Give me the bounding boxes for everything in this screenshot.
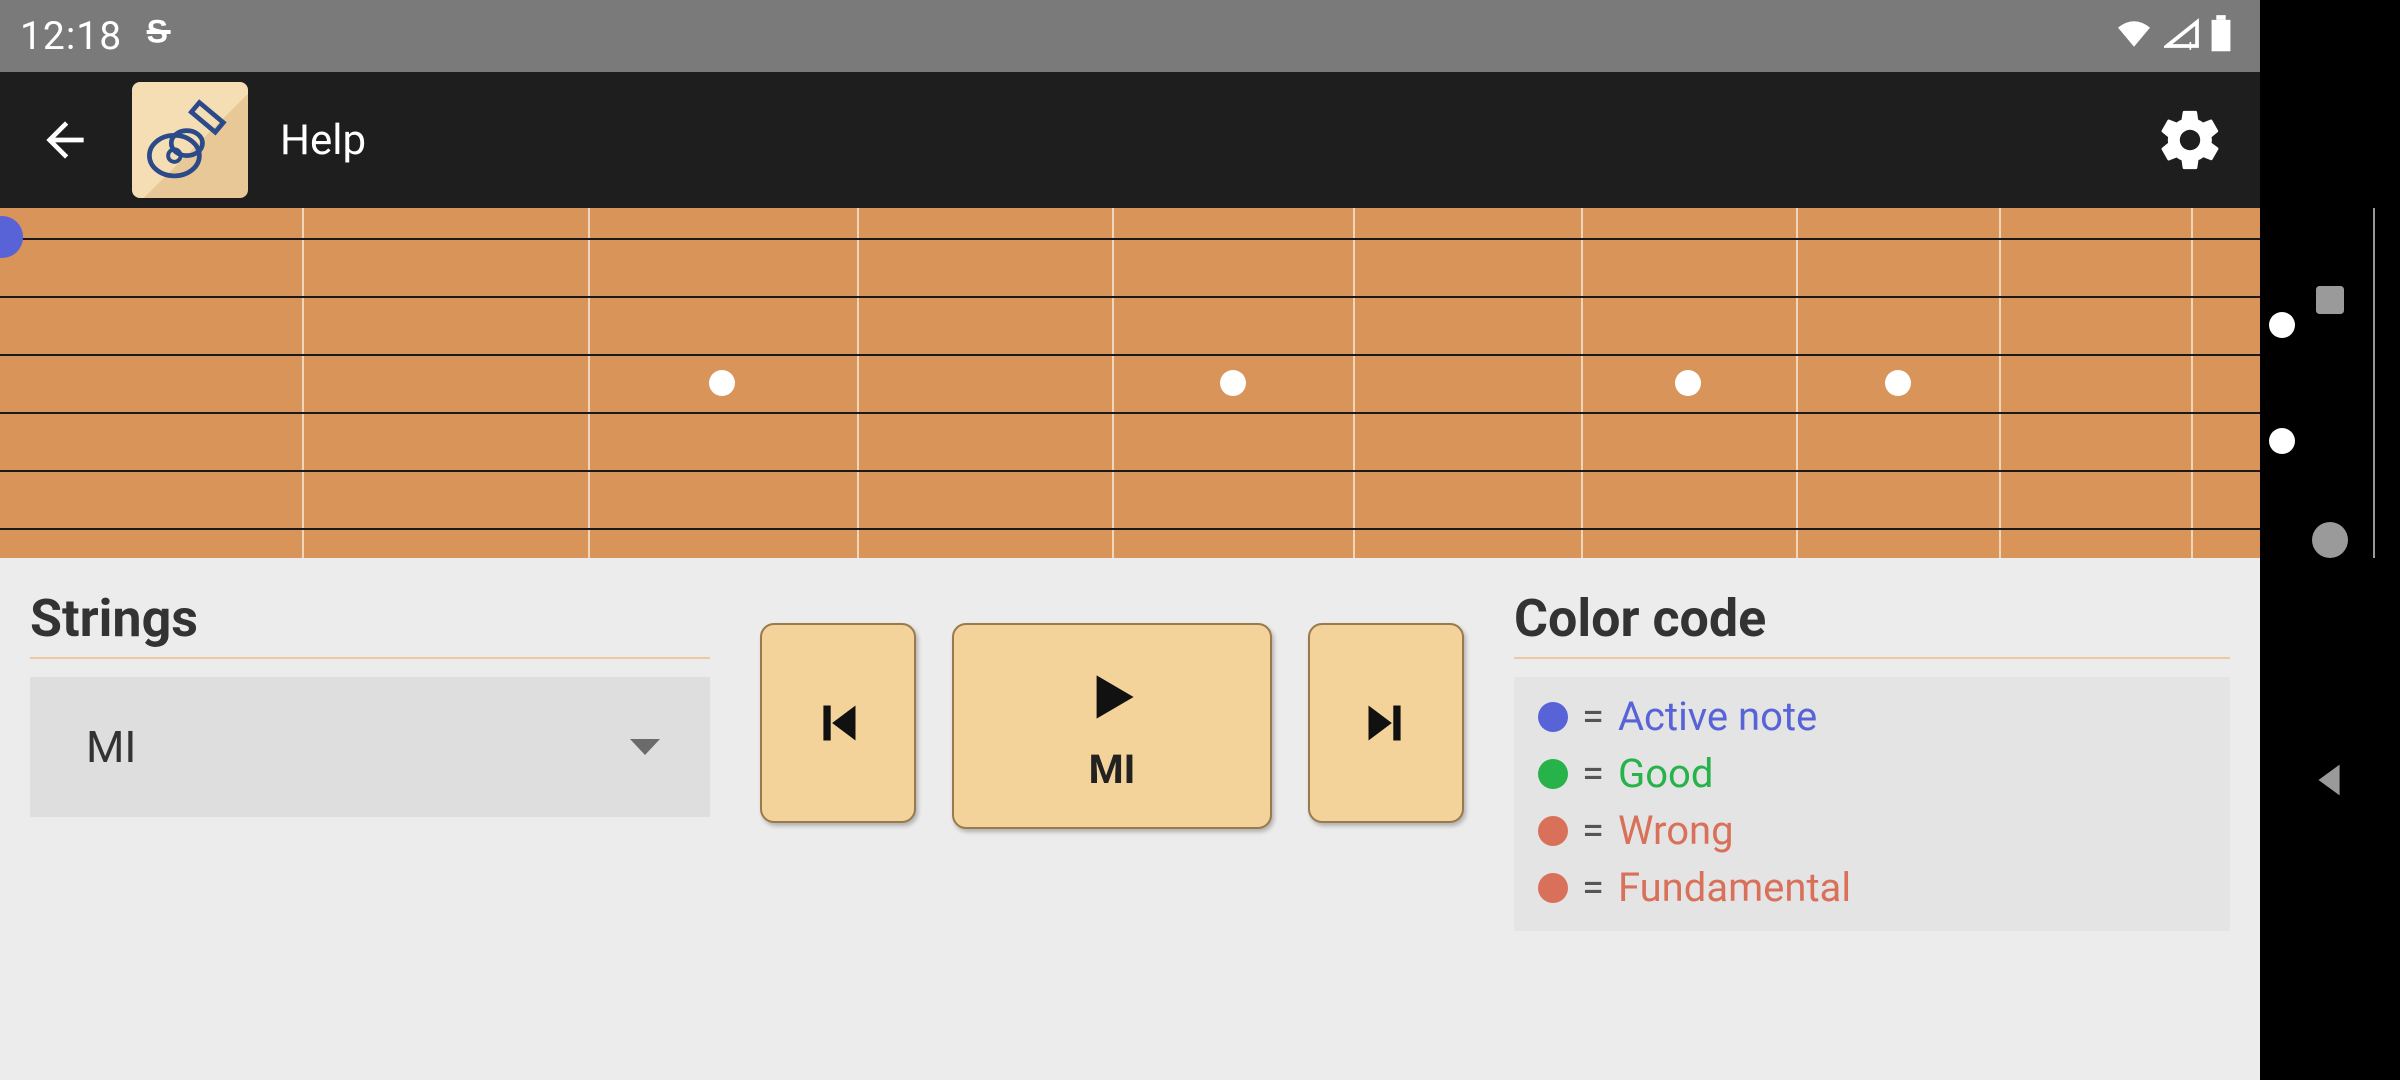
status-bar: 12:18 S !: [0, 0, 2260, 72]
legend-row: = Good: [1538, 750, 2206, 797]
chevron-down-icon: [630, 739, 660, 755]
wifi-icon: [2114, 18, 2154, 54]
system-nav-rail: [2260, 0, 2400, 1080]
svg-text:!: !: [2188, 39, 2193, 50]
string-line: [0, 412, 2260, 414]
legend-box: = Active note = Good = Wrong = Fundament…: [1514, 677, 2230, 931]
app-icon: [132, 82, 248, 198]
fret-marker: [1675, 370, 1701, 396]
color-swatch: [1538, 873, 1568, 903]
fret-marker: [2269, 312, 2295, 338]
strings-heading: Strings: [30, 588, 710, 649]
divider: [30, 657, 710, 659]
nav-back-button[interactable]: [2300, 750, 2360, 810]
app-status-icon: S: [144, 13, 176, 60]
legend-row: = Fundamental: [1538, 864, 2206, 911]
fret-marker: [1220, 370, 1246, 396]
legend-label: Fundamental: [1618, 864, 1851, 911]
equals-sign: =: [1582, 693, 1604, 740]
fret-line: [2373, 208, 2375, 558]
settings-button[interactable]: [2150, 100, 2230, 180]
status-time: 12:18: [20, 13, 122, 59]
app-bar: Help: [0, 72, 2260, 208]
fret-marker: [2269, 428, 2295, 454]
string-select[interactable]: MI: [30, 677, 710, 817]
color-swatch: [1538, 702, 1568, 732]
controls-panel: Strings MI MI Color code = Active note =…: [0, 558, 2260, 1080]
string-line: [0, 354, 2260, 356]
legend-label: Good: [1618, 750, 1713, 797]
legend-heading: Color code: [1514, 588, 2230, 649]
back-button[interactable]: [30, 105, 100, 175]
nav-home-button[interactable]: [2300, 510, 2360, 570]
battery-icon: [2210, 15, 2232, 57]
color-swatch: [1538, 759, 1568, 789]
legend-row: = Wrong: [1538, 807, 2206, 854]
play-note-label: MI: [1089, 746, 1136, 793]
fret-marker: [1885, 370, 1911, 396]
equals-sign: =: [1582, 750, 1604, 797]
string-line: [0, 296, 2260, 298]
color-swatch: [1538, 816, 1568, 846]
play-button[interactable]: MI: [952, 623, 1272, 829]
page-title: Help: [280, 116, 366, 165]
previous-button[interactable]: [760, 623, 916, 823]
nav-recent-button[interactable]: [2300, 270, 2360, 330]
string-line: [0, 528, 2260, 530]
fretboard[interactable]: [0, 208, 2260, 558]
equals-sign: =: [1582, 864, 1604, 911]
legend-label: Active note: [1618, 693, 1817, 740]
string-select-value: MI: [86, 721, 136, 773]
divider: [1514, 657, 2230, 659]
legend-label: Wrong: [1618, 807, 1734, 854]
next-button[interactable]: [1308, 623, 1464, 823]
fret-marker: [709, 370, 735, 396]
equals-sign: =: [1582, 807, 1604, 854]
signal-icon: !: [2164, 18, 2200, 54]
string-line: [0, 238, 2260, 240]
string-line: [0, 470, 2260, 472]
legend-row: = Active note: [1538, 693, 2206, 740]
